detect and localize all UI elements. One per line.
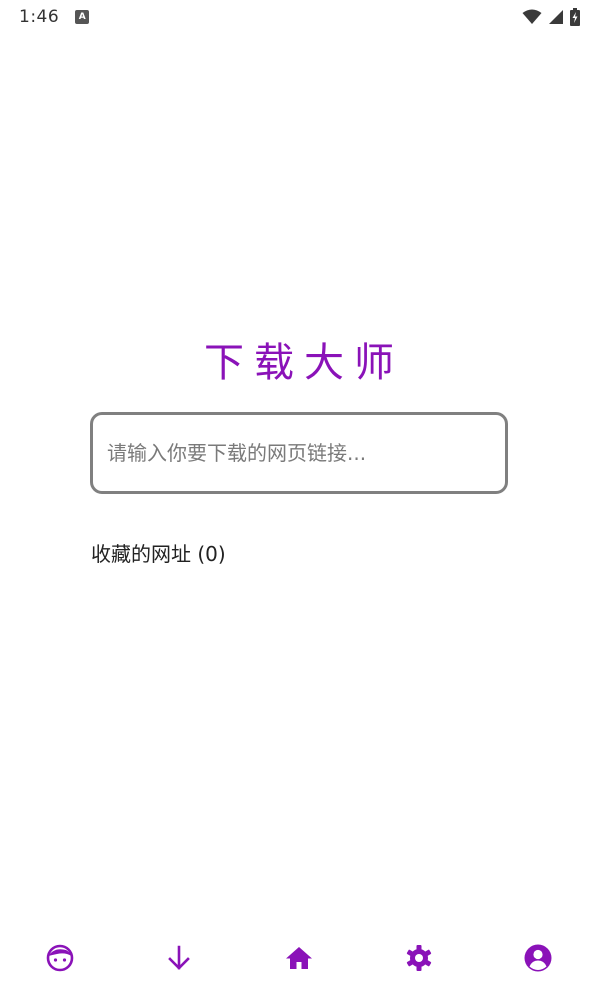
app-title: 下载大师 bbox=[204, 340, 404, 386]
bottom-nav bbox=[0, 930, 598, 986]
account-circle-icon bbox=[523, 943, 553, 973]
favorites-label[interactable]: 收藏的网址 (0) bbox=[91, 538, 226, 567]
status-left: 1:46 A bbox=[19, 7, 90, 27]
gear-icon bbox=[404, 943, 434, 973]
status-bar: 1:46 A bbox=[0, 0, 598, 34]
nav-item-download[interactable] bbox=[149, 930, 209, 986]
app-notification-icon: A bbox=[75, 10, 90, 24]
arrow-down-icon bbox=[164, 943, 194, 973]
nav-item-account[interactable] bbox=[508, 930, 568, 986]
nav-item-face[interactable] bbox=[30, 930, 90, 986]
home-icon bbox=[284, 943, 314, 973]
nav-item-settings[interactable] bbox=[389, 930, 449, 986]
cell-signal-icon bbox=[548, 9, 564, 25]
battery-charging-icon bbox=[570, 8, 580, 26]
url-input-container[interactable] bbox=[90, 412, 508, 494]
url-input[interactable] bbox=[107, 441, 491, 465]
app-screen: 1:46 A 下载大师 请输入你要下载的网页链接... 收藏的网址 (0) bbox=[0, 0, 598, 998]
face-icon bbox=[45, 943, 75, 973]
status-time: 1:46 bbox=[19, 7, 60, 27]
nav-item-home[interactable] bbox=[269, 930, 329, 986]
status-right bbox=[522, 8, 580, 26]
wifi-icon bbox=[522, 9, 542, 25]
